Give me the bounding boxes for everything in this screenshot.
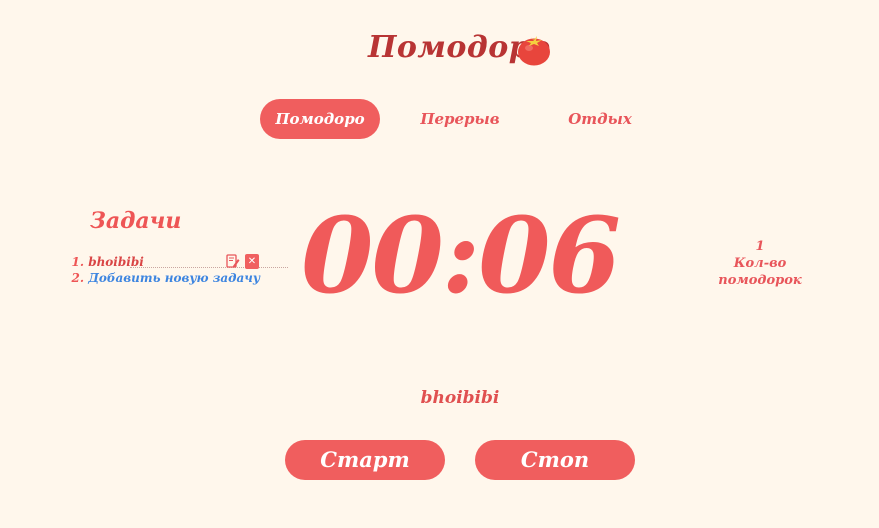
task-dotted-leader bbox=[130, 257, 288, 268]
delete-icon[interactable]: ✕ bbox=[245, 254, 259, 269]
current-task-label: bhoibibi bbox=[420, 388, 500, 408]
tab-short-break[interactable]: Перерыв bbox=[400, 99, 520, 139]
pomodoro-counter: 1 Кол-во помодорок bbox=[690, 238, 830, 289]
add-task-row: 2. Добавить новую задачу bbox=[64, 270, 264, 286]
tomato-icon bbox=[518, 36, 550, 66]
add-task-number: 2. bbox=[71, 271, 84, 285]
pomodoro-count-value: 1 bbox=[755, 239, 765, 254]
tasks-heading: Задачи bbox=[90, 208, 182, 234]
stop-button[interactable]: Стоп bbox=[475, 440, 635, 480]
edit-icon[interactable] bbox=[226, 254, 240, 268]
start-button[interactable]: Старт bbox=[285, 440, 445, 480]
tab-long-break[interactable]: Отдых bbox=[540, 99, 660, 139]
timer-display: 00:06 bbox=[301, 194, 621, 317]
add-task-link[interactable]: Добавить новую задачу bbox=[88, 271, 260, 285]
task-number: 1. bbox=[71, 255, 84, 269]
pomodoro-count-label: Кол-во помодорок bbox=[718, 256, 802, 288]
tab-pomodoro[interactable]: Помодоро bbox=[260, 99, 380, 139]
